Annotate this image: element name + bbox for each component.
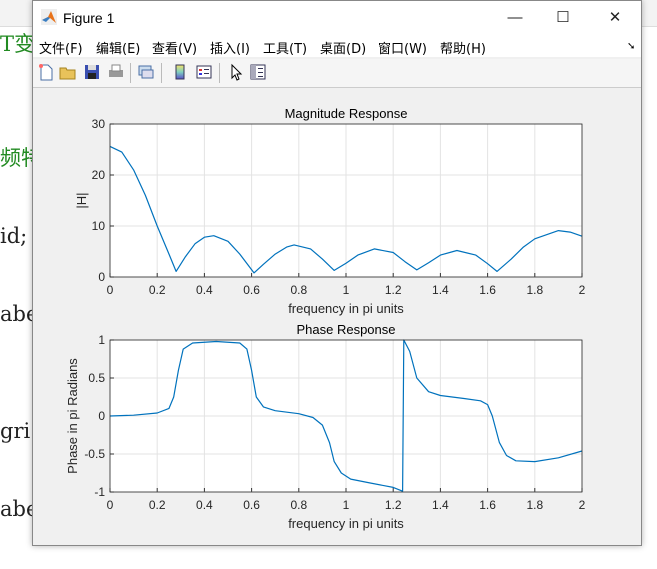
y-tick-label: 1 <box>98 333 105 347</box>
figure-axes: 0 0.2 0.4 0.6 0.8 1 1.2 1.4 1.6 1.8 20102030Magnit… <box>65 106 586 531</box>
x-tick-label: 0.4 <box>196 283 213 297</box>
x-tick-label: 2 <box>579 283 586 297</box>
x-tick-label: 1.8 <box>526 283 543 297</box>
x-tick-label: 1.2 <box>385 498 402 512</box>
y-tick-label: 0 <box>98 270 105 284</box>
x-tick-label: 2 <box>579 498 586 512</box>
x-tick-label: 0.6 <box>243 283 260 297</box>
x-tick-label: 1.8 <box>526 498 543 512</box>
y-tick-label: 0 <box>98 409 105 423</box>
y-tick-label: 10 <box>92 219 106 233</box>
chart-title: Phase Response <box>296 322 395 337</box>
y-tick-label: -0.5 <box>84 447 105 461</box>
y-axis-label: |H| <box>74 192 89 208</box>
x-tick-label: 0.8 <box>290 283 307 297</box>
x-axis-label: frequency in pi units <box>288 301 404 316</box>
x-tick-label: 0 <box>107 498 114 512</box>
y-axis-label: Phase in pi Radians <box>65 358 80 474</box>
x-tick-label: 0.8 <box>290 498 307 512</box>
x-axis-label: frequency in pi units <box>288 516 404 531</box>
y-tick-label: 0.5 <box>88 371 105 385</box>
x-tick-label: 0.6 <box>243 498 260 512</box>
x-tick-label: 1 <box>343 498 350 512</box>
chart-title: Magnitude Response <box>285 106 408 121</box>
y-tick-label: 30 <box>92 117 106 131</box>
x-tick-label: 1 <box>343 283 350 297</box>
x-tick-label: 0.2 <box>149 283 166 297</box>
x-tick-label: 1.6 <box>479 283 496 297</box>
x-tick-label: 0.4 <box>196 498 213 512</box>
x-tick-label: 1.4 <box>432 283 449 297</box>
y-tick-label: 20 <box>92 168 106 182</box>
x-tick-label: 1.2 <box>385 283 402 297</box>
x-tick-label: 0 <box>107 283 114 297</box>
y-tick-label: -1 <box>94 485 105 499</box>
x-tick-label: 1.4 <box>432 498 449 512</box>
x-tick-label: 1.6 <box>479 498 496 512</box>
x-tick-label: 0.2 <box>149 498 166 512</box>
